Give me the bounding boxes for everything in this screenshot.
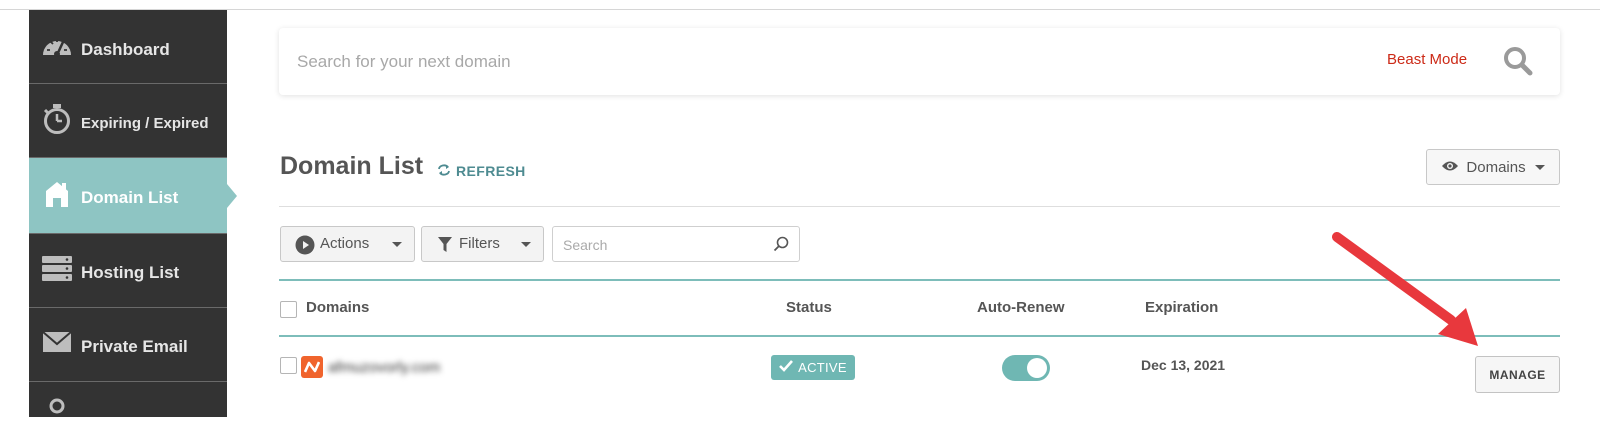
check-icon (779, 360, 794, 375)
sidebar-item-label: Private Email (81, 337, 188, 356)
sidebar: Dashboard Expiring / Expired Domain List… (29, 10, 237, 417)
auto-renew-toggle[interactable] (1002, 355, 1050, 381)
select-all-checkbox[interactable] (280, 301, 297, 318)
row-checkbox[interactable] (280, 357, 297, 374)
sidebar-item-partial-icon (47, 396, 69, 423)
view-domains-dropdown[interactable]: Domains (1426, 149, 1560, 185)
envelope-icon (41, 326, 73, 358)
server-icon (41, 252, 73, 284)
home-icon (41, 178, 73, 210)
refresh-icon (437, 163, 451, 179)
sidebar-item-label: Expiring / Expired (81, 115, 209, 132)
domain-search-input[interactable] (297, 46, 1197, 78)
caret-down-icon (1534, 164, 1545, 170)
sidebar-item-private-email[interactable]: Private Email (29, 308, 227, 382)
top-divider (0, 9, 1600, 10)
refresh-button[interactable]: REFRESH (437, 163, 526, 179)
annotation-arrow (1332, 232, 1478, 346)
sidebar-item-dashboard[interactable]: Dashboard (29, 10, 227, 84)
stopwatch-icon (41, 103, 73, 135)
caret-down-icon (392, 242, 402, 247)
sidebar-item-hosting-list[interactable]: Hosting List (29, 234, 227, 308)
status-label: ACTIVE (798, 360, 847, 375)
status-badge: ACTIVE (771, 355, 855, 380)
beast-mode-link[interactable]: Beast Mode (1387, 51, 1467, 68)
eye-icon (1441, 159, 1459, 176)
funnel-icon (438, 237, 452, 257)
column-header-expiration[interactable]: Expiration (1145, 299, 1218, 316)
search-icon[interactable] (773, 236, 789, 257)
sidebar-item-label: Domain List (81, 188, 179, 207)
column-header-auto-renew[interactable]: Auto-Renew (977, 299, 1065, 316)
play-circle-icon (295, 235, 315, 259)
sidebar-item-label: Dashboard (81, 40, 170, 59)
page-title: Domain List (280, 152, 424, 180)
actions-dropdown[interactable]: Actions (280, 226, 415, 262)
column-header-status[interactable]: Status (786, 299, 832, 316)
domain-search-card: Beast Mode (279, 28, 1560, 95)
sidebar-item-label: Hosting List (81, 263, 180, 282)
filters-label: Filters (459, 235, 500, 252)
expiration-date: Dec 13, 2021 (1141, 357, 1226, 373)
view-dropdown-label: Domains (1466, 158, 1526, 176)
table-search-input[interactable] (563, 234, 763, 256)
search-icon[interactable] (1503, 46, 1533, 76)
actions-label: Actions (320, 235, 370, 252)
domain-name-link[interactable]: afmuzovorly.com (328, 359, 440, 376)
header-divider (279, 206, 1560, 207)
speedometer-icon (41, 30, 73, 62)
refresh-label: REFRESH (456, 163, 526, 179)
caret-down-icon (521, 242, 531, 247)
table-search-box (552, 226, 800, 262)
sidebar-item-domain-list[interactable]: Domain List (29, 158, 237, 234)
namecheap-logo-icon (301, 356, 323, 378)
column-header-domains[interactable]: Domains (306, 299, 369, 316)
filters-dropdown[interactable]: Filters (421, 226, 544, 262)
sidebar-item-expiring[interactable]: Expiring / Expired (29, 84, 227, 158)
manage-button[interactable]: MANAGE (1475, 356, 1560, 393)
